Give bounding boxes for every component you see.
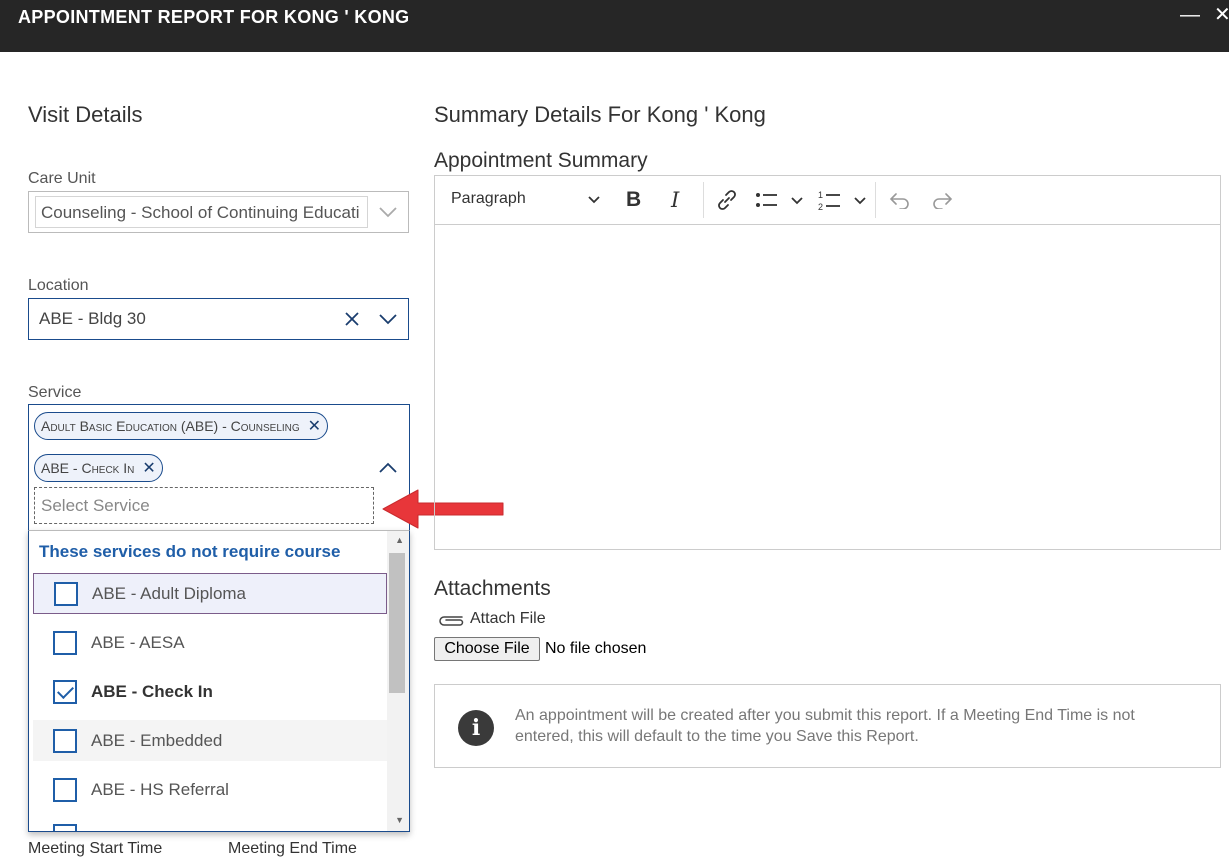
service-multiselect[interactable]: Adult Basic Education (ABE) - Counseling… <box>28 404 410 530</box>
visit-details-heading: Visit Details <box>28 102 143 127</box>
minimize-icon[interactable]: — <box>1180 5 1200 25</box>
service-option-label: ABE - AESA <box>91 632 185 652</box>
checkbox[interactable] <box>53 728 77 753</box>
choose-file-button[interactable]: Choose File <box>434 637 540 661</box>
scroll-down-icon[interactable]: ▼ <box>395 815 404 825</box>
clear-icon[interactable] <box>345 312 359 326</box>
meeting-start-label: Meeting Start Time <box>28 840 163 857</box>
no-file-text: No file chosen <box>545 640 647 657</box>
info-icon: i <box>458 710 494 746</box>
care-unit-select[interactable]: Counseling - School of Continuing Educat… <box>28 191 409 233</box>
rich-text-editor[interactable]: Paragraph B I 1 2 <box>434 175 1221 550</box>
care-unit-value: Counseling - School of Continuing Educat… <box>35 196 368 228</box>
title-bar: APPOINTMENT REPORT FOR KONG ' KONG — ✕ <box>0 0 1229 52</box>
window-title: APPOINTMENT REPORT FOR KONG ' KONG <box>18 7 410 27</box>
chevron-down-icon[interactable] <box>378 312 398 326</box>
editor-toolbar: Paragraph B I 1 2 <box>435 176 1220 225</box>
appointment-summary-label: Appointment Summary <box>434 149 648 172</box>
location-value: ABE - Bldg 30 <box>39 309 146 328</box>
attachments-heading: Attachments <box>434 577 551 600</box>
location-select[interactable]: ABE - Bldg 30 <box>28 298 409 340</box>
service-option[interactable]: ABE - Adult Diploma <box>33 573 387 614</box>
scroll-up-icon[interactable]: ▲ <box>395 535 404 545</box>
checkbox-checked[interactable] <box>53 679 77 704</box>
info-message: i An appointment will be created after y… <box>434 684 1221 768</box>
attach-file-label: Attach File <box>470 610 546 627</box>
chevron-down-icon[interactable] <box>791 196 803 205</box>
svg-text:2: 2 <box>818 202 823 211</box>
redo-icon[interactable] <box>931 191 953 209</box>
meeting-end-label: Meeting End Time <box>228 840 357 857</box>
chevron-down-icon[interactable] <box>854 196 866 205</box>
service-option[interactable]: ABE - AESA <box>33 622 387 663</box>
service-dropdown: These services do not require course ABE… <box>28 530 410 832</box>
remove-chip-icon[interactable]: ✕ <box>142 458 155 478</box>
service-chip-label: Adult Basic Education (ABE) - Counseling <box>41 418 300 434</box>
service-chip-label: ABE - Check In <box>41 460 135 476</box>
service-option-label: ABE - Adult Diploma <box>92 583 247 603</box>
service-option[interactable]: ABE - Embedded <box>33 720 387 761</box>
service-option[interactable]: ABE - HS Referral <box>33 769 387 810</box>
undo-icon[interactable] <box>889 191 911 209</box>
chevron-down-icon[interactable] <box>378 205 398 219</box>
scrollbar-thumb[interactable] <box>389 553 405 693</box>
dropdown-scrollbar[interactable]: ▲ ▼ <box>387 531 409 831</box>
chevron-down-icon[interactable] <box>587 195 601 205</box>
checkbox[interactable] <box>53 824 77 831</box>
info-text: An appointment will be created after you… <box>515 707 1135 745</box>
checkbox[interactable] <box>53 777 77 802</box>
care-unit-label: Care Unit <box>28 170 96 187</box>
checkbox[interactable] <box>54 581 78 606</box>
bulleted-list-icon[interactable] <box>755 191 779 209</box>
paperclip-icon <box>439 616 464 626</box>
italic-icon[interactable]: I <box>671 188 679 212</box>
link-icon[interactable] <box>716 189 738 211</box>
service-option-label: ABE - Check In <box>91 681 213 701</box>
chevron-up-icon[interactable] <box>378 461 398 475</box>
editor-content-area[interactable] <box>435 225 1220 549</box>
service-option-label: ABE - Embedded <box>91 730 223 750</box>
remove-chip-icon[interactable]: ✕ <box>308 416 321 436</box>
location-label: Location <box>28 277 89 294</box>
service-chip: ABE - Check In ✕ <box>34 454 163 482</box>
bold-icon[interactable]: B <box>626 188 641 212</box>
service-option-label: ABE - HS Referral <box>91 779 229 799</box>
paragraph-format-select[interactable]: Paragraph <box>451 190 526 208</box>
service-option-partial[interactable] <box>33 818 387 831</box>
service-chip: Adult Basic Education (ABE) - Counseling… <box>34 412 329 440</box>
numbered-list-icon[interactable]: 1 2 <box>818 189 842 211</box>
service-option[interactable]: ABE - Check In <box>33 671 387 712</box>
checkbox[interactable] <box>53 630 77 655</box>
close-icon[interactable]: ✕ <box>1214 5 1229 25</box>
service-label: Service <box>28 384 82 401</box>
dropdown-group-header: These services do not require course <box>39 542 341 561</box>
service-search-input[interactable]: Select Service <box>34 487 374 524</box>
summary-heading: Summary Details For Kong ' Kong <box>434 102 766 127</box>
svg-text:1: 1 <box>818 190 823 200</box>
